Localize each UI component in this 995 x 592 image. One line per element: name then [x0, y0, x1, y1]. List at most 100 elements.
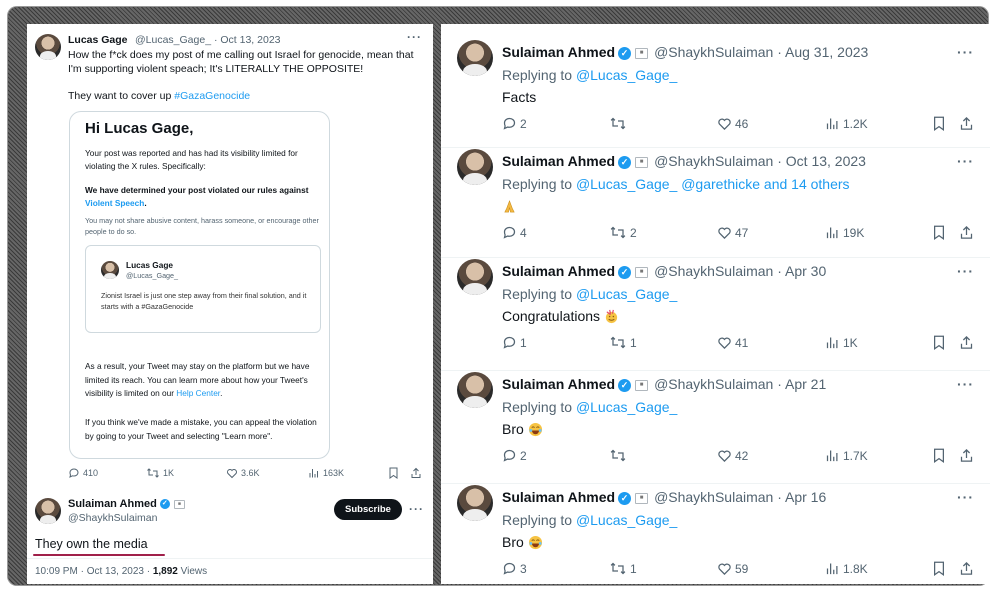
reply-action[interactable]: 410: [68, 467, 98, 479]
card-paragraph-1: Your post was reported and has had its v…: [85, 148, 298, 171]
retweet-action[interactable]: 2: [609, 225, 637, 240]
more-icon[interactable]: ···: [957, 263, 974, 279]
tweet-timestamp[interactable]: 10:09 PM · Oct 13, 2023 · 1,892 Views: [35, 566, 207, 577]
more-icon[interactable]: ···: [957, 376, 974, 392]
reply-action[interactable]: 2: [502, 116, 527, 131]
reply-author[interactable]: Sulaiman Ahmed ✓ ■: [68, 498, 185, 510]
author-meta: @ShaykhSulaiman · Apr 30: [654, 263, 827, 279]
retweet-icon: [609, 116, 627, 131]
tweet-header[interactable]: Sulaiman Ahmed ✓ ■ @ShaykhSulaiman · Apr 16: [502, 489, 826, 505]
timestamp-text: 10:09 PM · Oct 13, 2023 ·: [35, 566, 153, 577]
bookmark-action[interactable]: [932, 561, 946, 576]
avatar[interactable]: [457, 259, 493, 295]
reply-action[interactable]: 2: [502, 448, 527, 463]
views-action[interactable]: 1.8K: [825, 561, 868, 576]
quote-text: Zionist Israel is just one step away fro…: [101, 291, 307, 311]
retweet-action[interactable]: [609, 116, 630, 131]
verified-badge-icon: ✓: [618, 378, 632, 392]
tweet-actions: 4 2 47 19K: [502, 225, 980, 243]
hashtag-link[interactable]: #GazaGenocide: [174, 90, 250, 102]
tweet-header[interactable]: Sulaiman Ahmed ✓ ■ @ShaykhSulaiman · Apr 30: [502, 263, 826, 279]
share-action[interactable]: [959, 448, 974, 463]
share-action[interactable]: [959, 225, 974, 240]
like-action[interactable]: 42: [717, 448, 748, 463]
heart-icon: [717, 448, 732, 463]
views-action[interactable]: 1K: [825, 335, 858, 350]
more-icon[interactable]: ···: [957, 44, 974, 60]
avatar[interactable]: [457, 149, 493, 185]
reply-action[interactable]: 4: [502, 225, 527, 240]
share-action[interactable]: [959, 561, 974, 576]
bookmark-action[interactable]: [932, 448, 946, 463]
like-action[interactable]: 41: [717, 335, 748, 350]
reply-count: 1: [520, 335, 527, 350]
replying-to-handles[interactable]: @Lucas_Gage_: [576, 286, 677, 302]
avatar[interactable]: [457, 372, 493, 408]
more-icon[interactable]: ···: [407, 30, 422, 44]
views-action[interactable]: 163K: [308, 467, 344, 479]
bookmark-action[interactable]: [932, 335, 946, 350]
like-action[interactable]: 59: [717, 561, 748, 576]
reply-tweet[interactable]: Sulaiman Ahmed ✓ ■ @ShaykhSulaiman · Oct 13…: [441, 147, 990, 258]
share-icon: [959, 335, 974, 350]
tweet-header[interactable]: Sulaiman Ahmed ✓ ■ @ShaykhSulaiman · Oct 13…: [502, 153, 866, 169]
reply-tweet[interactable]: Sulaiman Ahmed ✓ ■ @ShaykhSulaiman · Apr 16…: [441, 483, 990, 584]
replying-to-handles[interactable]: @Lucas_Gage_ @garethicke and 14 others: [576, 176, 850, 192]
views-label: Views: [177, 566, 208, 577]
heart-icon: [717, 225, 732, 240]
avatar[interactable]: [35, 34, 61, 60]
avatar[interactable]: [457, 40, 493, 76]
tweet-text-2-prefix: They want to cover up: [68, 90, 175, 102]
card-paragraph-3: You may not share abusive content, haras…: [85, 216, 319, 236]
highlight-underline: [33, 554, 165, 556]
author-name[interactable]: Lucas Gage: [68, 34, 128, 46]
retweet-action[interactable]: 1K: [146, 467, 174, 479]
share-action[interactable]: [959, 335, 974, 350]
reply-action[interactable]: 1: [502, 335, 527, 350]
retweet-action[interactable]: 1: [609, 561, 637, 576]
more-icon[interactable]: ···: [957, 489, 974, 505]
avatar[interactable]: [457, 485, 493, 521]
tweet-body-text: Congratulations: [502, 308, 601, 324]
retweet-action[interactable]: 1: [609, 335, 637, 350]
like-action[interactable]: 46: [717, 116, 748, 131]
views-action[interactable]: 19K: [825, 225, 864, 240]
replying-to-handles[interactable]: @Lucas_Gage_: [576, 512, 677, 528]
like-action[interactable]: 3.6K: [226, 467, 260, 479]
bookmark-action[interactable]: [932, 116, 946, 131]
quoted-tweet: Lucas Gage @Lucas_Gage_ Zionist Israel i…: [85, 245, 321, 333]
replying-to-handles[interactable]: @Lucas_Gage_: [576, 399, 677, 415]
replying-prefix: Replying to: [502, 399, 576, 415]
author-meta[interactable]: @Lucas_Gage_ · Oct 13, 2023: [135, 34, 281, 46]
reply-tweet[interactable]: Sulaiman Ahmed ✓ ■ @ShaykhSulaiman · Aug 31…: [441, 38, 990, 148]
divider: [27, 558, 433, 559]
replying-to-handles[interactable]: @Lucas_Gage_: [576, 67, 677, 83]
reply-tweet[interactable]: Sulaiman Ahmed ✓ ■ @ShaykhSulaiman · Apr 21…: [441, 370, 990, 484]
reply-tweet[interactable]: Sulaiman Ahmed ✓ ■ @ShaykhSulaiman · Apr 30…: [441, 257, 990, 371]
bookmark-action[interactable]: [388, 467, 399, 479]
verified-badge-icon: ✓: [618, 155, 632, 169]
share-icon: [959, 561, 974, 576]
tweet-actions: 1 1 41 1K: [502, 335, 980, 353]
tweet-header[interactable]: Sulaiman Ahmed ✓ ■ @ShaykhSulaiman · Apr 21: [502, 376, 826, 392]
views-count: 1.2K: [843, 116, 868, 131]
bookmark-action[interactable]: [932, 225, 946, 240]
views-action[interactable]: 1.2K: [825, 116, 868, 131]
reply-handle[interactable]: @ShaykhSulaiman: [68, 512, 157, 524]
tweet-header[interactable]: Sulaiman Ahmed ✓ ■ @ShaykhSulaiman · Aug 31…: [502, 44, 868, 60]
share-action[interactable]: [959, 116, 974, 131]
share-icon: [410, 467, 422, 479]
tweet-actions: 410 1K 3.6K 163K: [68, 467, 423, 481]
reply-avatar[interactable]: [35, 498, 61, 524]
reply-more-icon[interactable]: ···: [409, 502, 424, 516]
tweet-body: Congratulations: [502, 308, 619, 324]
retweet-action[interactable]: [609, 448, 630, 463]
views-action[interactable]: 1.7K: [825, 448, 868, 463]
like-count: 59: [735, 561, 749, 576]
reply-action[interactable]: 3: [502, 561, 527, 576]
like-action[interactable]: 47: [717, 225, 748, 240]
more-icon[interactable]: ···: [957, 153, 974, 169]
share-action[interactable]: [410, 467, 422, 479]
notice-image-card[interactable]: Hi Lucas Gage, Your post was reported an…: [69, 111, 330, 459]
subscribe-button[interactable]: Subscribe: [334, 499, 402, 520]
